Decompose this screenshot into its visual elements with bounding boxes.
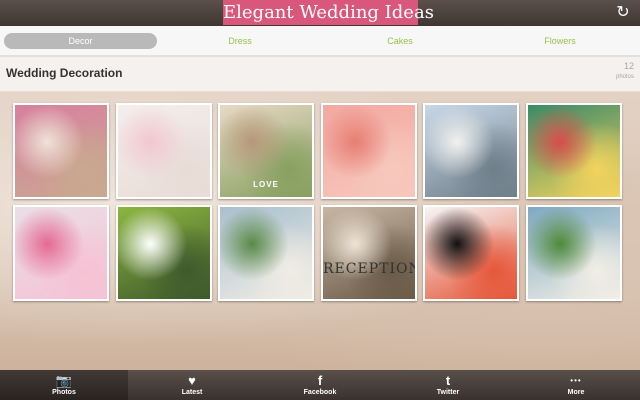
- photo-count-number: 12: [623, 61, 634, 71]
- bottom-nav: 📷 Photos ♥ Latest f Facebook t Twitter •…: [0, 370, 640, 400]
- nav-more[interactable]: ••• More: [512, 370, 640, 400]
- photo-thumbnail[interactable]: [116, 103, 212, 199]
- section-title: Wedding Decoration: [6, 66, 123, 80]
- photo-thumbnail[interactable]: [13, 103, 109, 199]
- nav-label: Photos: [52, 389, 76, 396]
- photo-thumbnail[interactable]: [423, 205, 519, 301]
- photo-thumbnail[interactable]: [116, 205, 212, 301]
- photo-thumbnail[interactable]: [526, 103, 622, 199]
- nav-latest[interactable]: ♥ Latest: [128, 370, 256, 400]
- tab-cakes[interactable]: Cakes: [325, 33, 475, 49]
- twitter-icon: t: [445, 373, 451, 388]
- app-title: Elegant Wedding Ideas: [223, 0, 434, 25]
- background-script: [9, 328, 21, 364]
- photo-grid: LOVE RECEPTION: [13, 103, 627, 301]
- tab-dress[interactable]: Dress: [165, 33, 315, 49]
- nav-photos[interactable]: 📷 Photos: [0, 370, 128, 400]
- refresh-icon[interactable]: ↻: [612, 2, 634, 24]
- facebook-icon: f: [317, 373, 323, 388]
- photo-thumbnail[interactable]: [13, 205, 109, 301]
- nav-label: Latest: [181, 389, 203, 396]
- thumbnail-sign-text: LOVE: [253, 180, 279, 189]
- nav-facebook[interactable]: f Facebook: [256, 370, 384, 400]
- tab-flowers[interactable]: Flowers: [485, 33, 635, 49]
- nav-twitter[interactable]: t Twitter: [384, 370, 512, 400]
- photo-thumbnail[interactable]: [218, 205, 314, 301]
- nav-label: More: [567, 389, 585, 396]
- photo-count-unit: photos: [615, 74, 634, 80]
- nav-label: Twitter: [436, 389, 460, 396]
- tab-decor[interactable]: Decor: [4, 33, 157, 49]
- heart-icon: ♥: [188, 373, 196, 388]
- photo-thumbnail[interactable]: [423, 103, 519, 199]
- section-header: Wedding Decoration 12 photos: [0, 57, 640, 91]
- thumbnail-sign-text: RECEPTION: [323, 261, 417, 277]
- title-bar: Elegant Wedding Ideas ↻: [0, 0, 640, 26]
- nav-label: Facebook: [303, 389, 337, 396]
- photo-count: 12 photos: [616, 61, 634, 83]
- camera-icon: 📷: [55, 373, 73, 388]
- photo-thumbnail[interactable]: [321, 103, 417, 199]
- background-script: [327, 303, 346, 350]
- photo-thumbnail[interactable]: [526, 205, 622, 301]
- category-tabs: Decor Dress Cakes Flowers: [0, 26, 640, 56]
- more-icon: •••: [570, 376, 582, 385]
- photo-thumbnail[interactable]: RECEPTION: [321, 205, 417, 301]
- photo-thumbnail[interactable]: LOVE: [218, 103, 314, 199]
